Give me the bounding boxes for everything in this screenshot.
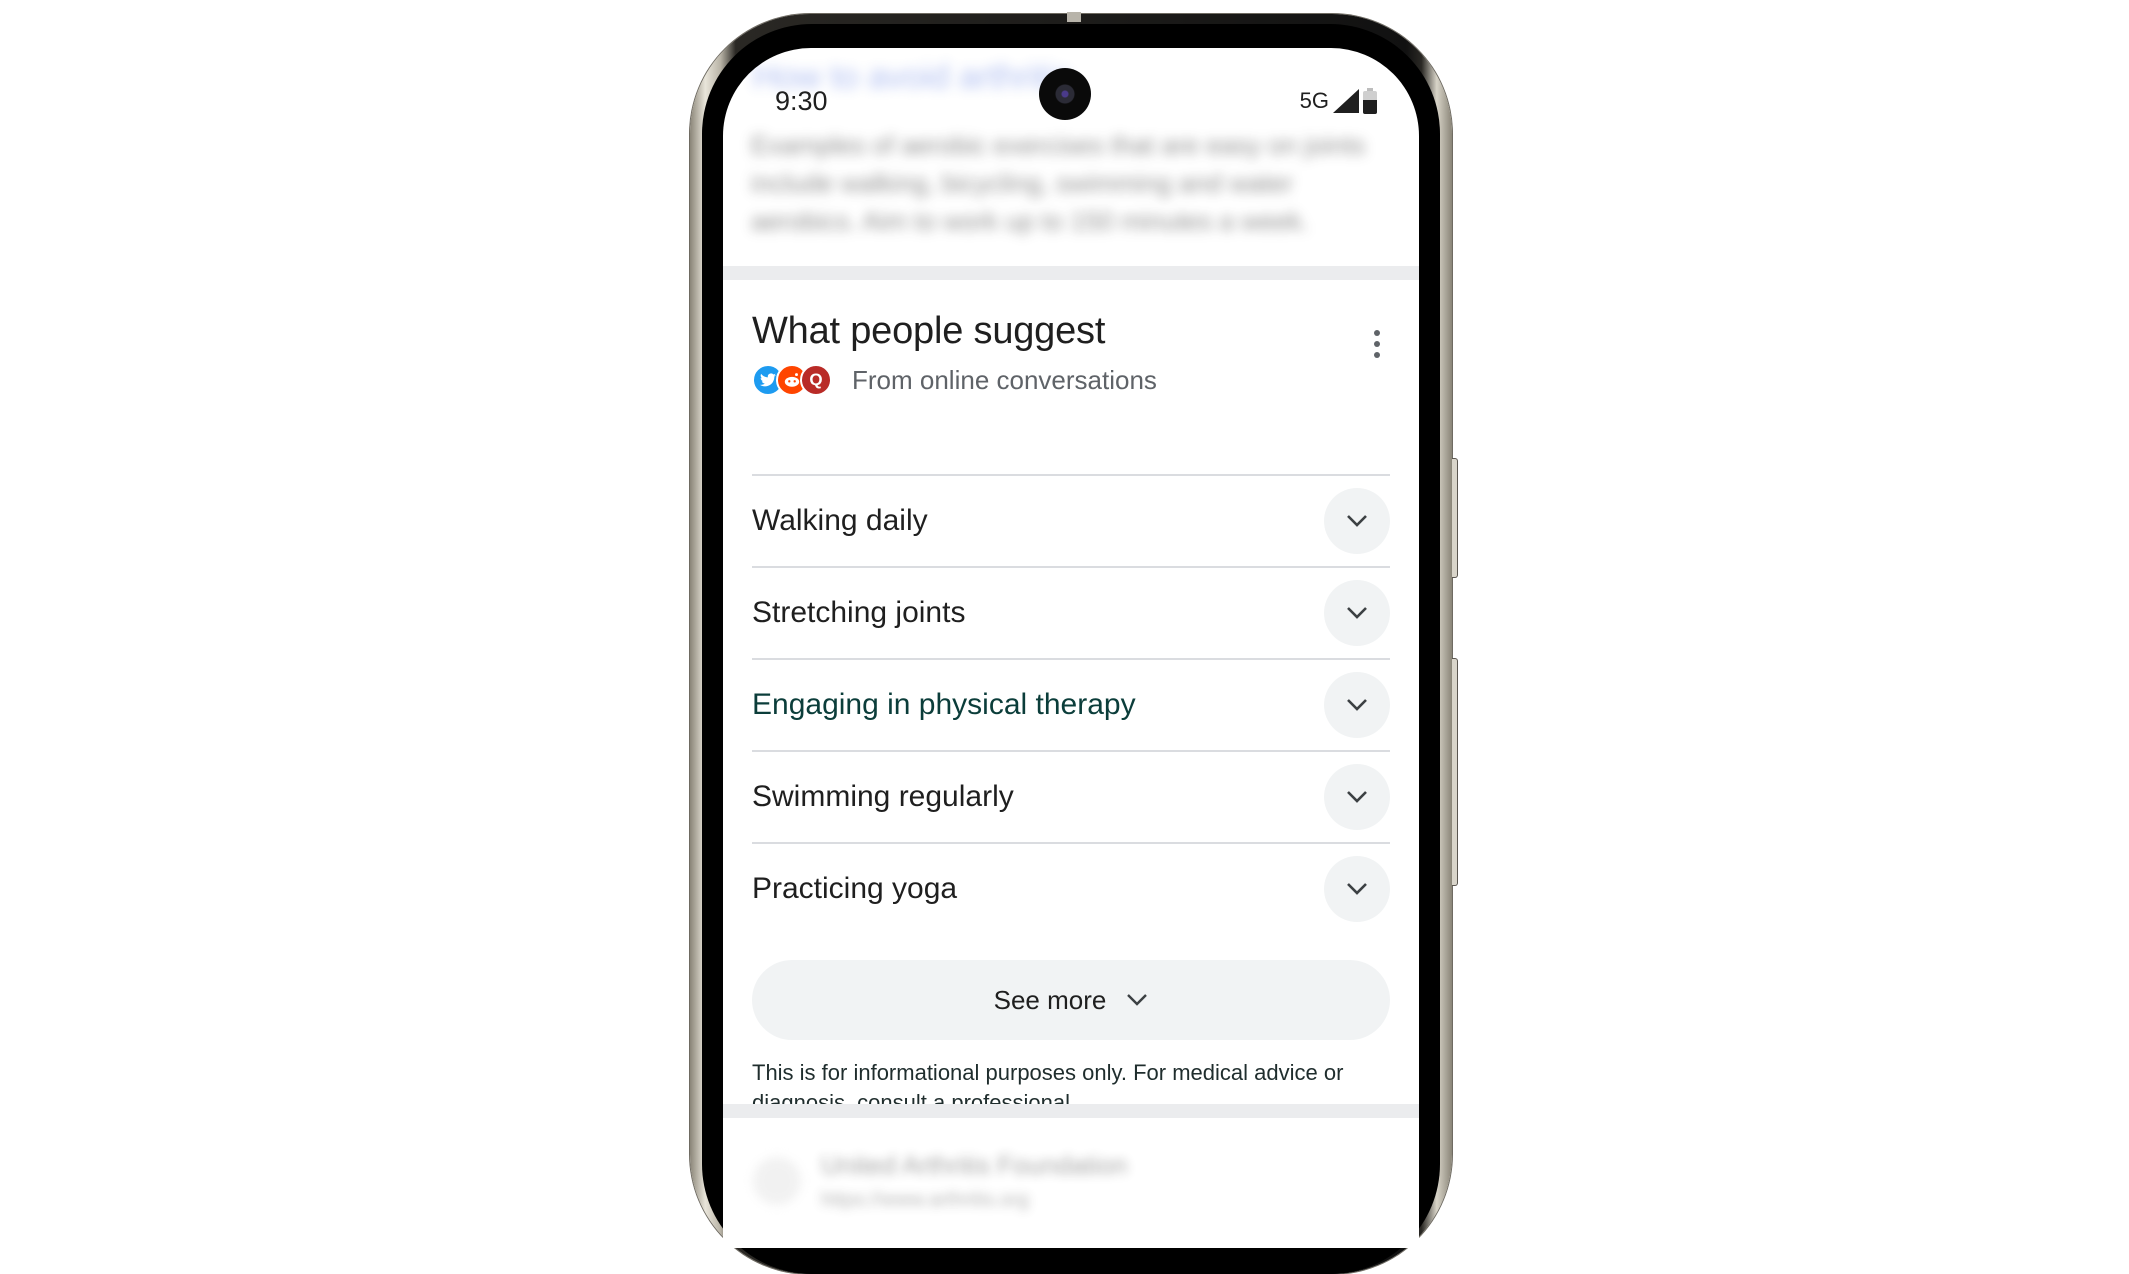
suggestion-label: Practicing yoga: [752, 872, 958, 905]
suggestion-item[interactable]: Practicing yoga: [752, 842, 1390, 934]
suggestion-item[interactable]: Swimming regularly: [752, 750, 1390, 842]
chevron-down-icon: [1347, 791, 1367, 803]
what-people-suggest-card: What people suggest Q From online conver…: [723, 280, 1419, 1115]
suggestion-label: Walking daily: [752, 504, 928, 537]
see-more-button[interactable]: See more: [752, 960, 1390, 1040]
blurred-next-result: United Arthritis Foundation https://www.…: [753, 1150, 1127, 1212]
phone-antenna-line: [1067, 12, 1081, 22]
volume-button: [1452, 658, 1458, 886]
site-url: https://www.arthritis.org: [821, 1189, 1029, 1211]
expand-button[interactable]: [1324, 672, 1390, 738]
chevron-down-icon: [1347, 883, 1367, 895]
expand-button[interactable]: [1324, 488, 1390, 554]
power-button: [1452, 458, 1458, 578]
signal-icon: [1333, 89, 1359, 113]
chevron-down-icon: [1347, 699, 1367, 711]
status-icons: 5G: [1300, 88, 1377, 114]
expand-button[interactable]: [1324, 764, 1390, 830]
source-icons: Q: [752, 364, 832, 396]
expand-button[interactable]: [1324, 580, 1390, 646]
quora-icon: Q: [800, 364, 832, 396]
suggestion-label: Stretching joints: [752, 596, 966, 629]
phone-screen: How to avoid arthritis Examples of aerob…: [723, 48, 1419, 1248]
section-divider: [723, 1104, 1419, 1118]
suggestion-item[interactable]: Stretching joints: [752, 566, 1390, 658]
suggestion-item[interactable]: Engaging in physical therapy: [752, 658, 1390, 750]
section-divider: [723, 266, 1419, 280]
suggestion-list: Walking daily Stretching joints Engaging…: [752, 474, 1390, 934]
more-options-button[interactable]: [1357, 320, 1397, 368]
chevron-down-icon: [1347, 515, 1367, 527]
suggestion-label: Engaging in physical therapy: [752, 688, 1136, 721]
expand-button[interactable]: [1324, 856, 1390, 922]
network-type: 5G: [1299, 88, 1329, 113]
more-vert-icon: [1374, 330, 1380, 336]
card-title: What people suggest: [752, 310, 1106, 352]
suggestion-item[interactable]: Walking daily: [752, 474, 1390, 566]
chevron-down-icon: [1127, 994, 1148, 1006]
status-bar: 9:30 5G: [723, 48, 1419, 158]
chevron-down-icon: [1347, 607, 1367, 619]
status-time: 9:30: [775, 86, 828, 116]
front-camera: [1039, 68, 1091, 120]
battery-icon: [1363, 88, 1377, 114]
card-subtitle: From online conversations: [852, 364, 1157, 395]
card-subtitle-row: Q From online conversations: [752, 364, 1157, 396]
see-more-label: See more: [993, 984, 1107, 1015]
site-name: United Arthritis Foundation: [821, 1150, 1128, 1180]
suggestion-label: Swimming regularly: [752, 780, 1014, 813]
